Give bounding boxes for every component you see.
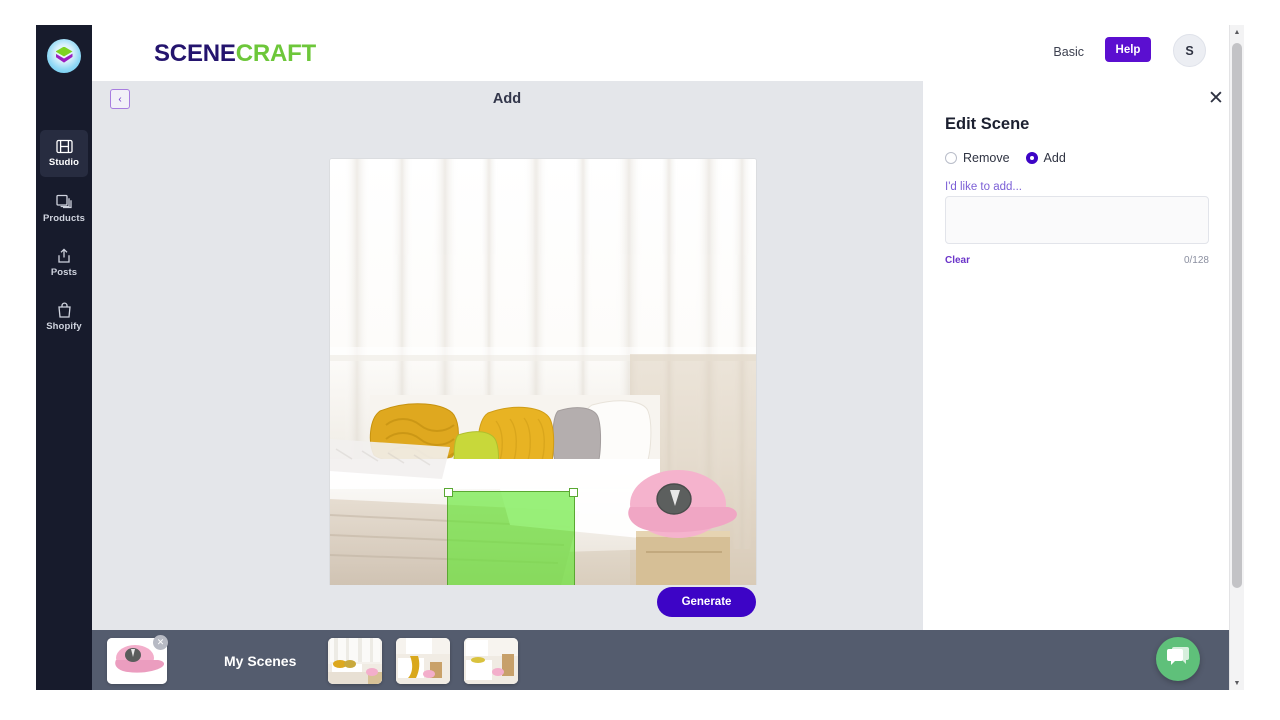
scene-thumbnail-1[interactable] [328,638,382,684]
resize-handle-top-right[interactable] [569,488,578,497]
scene-thumbnail-2[interactable] [396,638,450,684]
bedroom-thumb-icon [396,638,450,684]
radio-add[interactable]: Add [1025,151,1066,165]
brand-part-2: CRAFT [235,40,317,67]
remove-product-badge[interactable]: ✕ [153,635,168,650]
brand-part-1: SCENE [154,40,236,67]
close-icon[interactable]: ✕ [1205,87,1227,109]
bedroom-thumb-icon [464,638,518,684]
vertical-scrollbar[interactable]: ▲ ▼ [1229,25,1244,690]
chat-bubble-icon [1166,646,1190,672]
radio-dot-remove [945,152,957,164]
radio-dot-add [1025,152,1038,164]
brand-wordmark: SCENECRAFT [154,40,316,68]
help-button[interactable]: Help [1105,37,1151,62]
upload-icon [56,247,72,264]
film-icon [55,139,73,154]
radio-label-add: Add [1043,151,1066,165]
generate-button[interactable]: Generate [657,587,756,617]
sidebar-item-label: Studio [48,157,80,168]
radio-remove[interactable]: Remove [945,151,1010,165]
radio-label-remove: Remove [963,151,1010,165]
left-sidebar: Studio Products Posts Shopify [36,25,92,690]
page-title: Add [492,91,522,107]
panel-title: Edit Scene [945,115,1030,133]
sidebar-item-label: Shopify [46,320,82,332]
mode-radio-group: Remove Add [945,151,1066,165]
bedroom-thumb-icon [328,638,382,684]
top-bar: SCENECRAFT Basic Help S [92,25,1244,81]
prompt-field-label: I'd like to add... [945,181,1022,193]
scene-thumbnail-3[interactable] [464,638,518,684]
my-scenes-label: My Scenes [224,653,297,669]
edit-scene-panel: ✕ Edit Scene Remove Add I'd like to add.… [922,81,1244,630]
prompt-input[interactable] [945,196,1209,244]
app-logo[interactable] [47,39,81,73]
application-window: Studio Products Posts Shopify SCENECRAFT… [36,25,1244,690]
canvas-area: ‹ Add [92,81,922,608]
clear-button[interactable]: Clear [945,255,970,266]
sidebar-item-label: Posts [50,266,78,278]
scroll-up-icon[interactable]: ▲ [1230,25,1244,39]
avatar[interactable]: S [1173,34,1206,67]
resize-handle-top-left[interactable] [444,488,453,497]
plan-label: Basic [1053,45,1084,59]
sidebar-item-shopify[interactable]: Shopify [40,293,88,340]
bottom-tray: ✕ My Scenes [92,630,1244,690]
shopping-bag-icon [57,301,72,318]
sidebar-item-posts[interactable]: Posts [40,239,88,286]
chat-button[interactable] [1156,637,1200,681]
sidebar-item-label: Products [43,212,85,224]
generate-bar: Generate [92,585,922,630]
sidebar-item-products[interactable]: Products [40,185,88,232]
layers-icon [55,194,73,210]
sidebar-item-studio[interactable]: Studio [40,130,88,177]
scroll-down-icon[interactable]: ▼ [1230,676,1244,690]
cube-logo-icon [55,46,74,66]
scrollbar-thumb[interactable] [1232,43,1242,588]
character-counter: 0/128 [1183,255,1209,266]
